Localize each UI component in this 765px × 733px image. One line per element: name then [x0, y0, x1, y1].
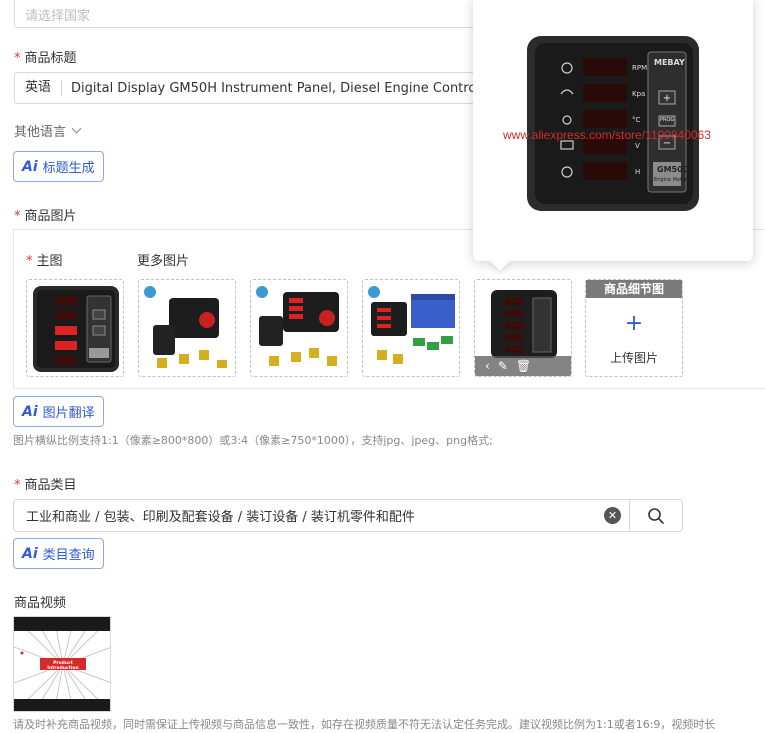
video-thumb[interactable]: Product Introduction	[13, 616, 111, 712]
device-unit-volt: V	[635, 142, 640, 150]
edit-icon[interactable]: ✎	[498, 359, 508, 373]
upload-image-label: 上传图片	[609, 351, 658, 365]
category-value: 工业和商业 / 包装、印刷及配套设备 / 装订设备 / 装订机零件和配件	[26, 510, 415, 525]
delete-icon[interactable]: 🗑	[516, 359, 531, 373]
category-label: * 商品类目	[14, 478, 77, 493]
image-preview-popover: + − MEBAY RPM Kpa °C V H PROG GM50C Engi…	[473, 0, 753, 271]
title-input[interactable]: 英语 Digital Display GM50H Instrument Pane…	[14, 72, 484, 104]
image-format-hint: 图片横纵比例支持1:1（像素≥800*800）或3:4（像素≥750*1000）…	[13, 434, 493, 447]
plus-icon: +	[624, 311, 644, 336]
ai-icon: Ai	[22, 545, 38, 562]
clear-icon[interactable]: ✕	[604, 507, 621, 524]
video-thumb-title: Product Introduction	[47, 661, 79, 671]
country-placeholder: 请选择国家	[25, 9, 91, 24]
chevron-down-icon	[71, 123, 82, 134]
more-image-thumb[interactable]	[138, 279, 236, 377]
video-hint: 请及时补充商品视频，同时需保证上传视频与商品信息一致性，如存在视频质量不符无法认…	[13, 718, 716, 731]
more-images-label: 更多图片	[137, 254, 190, 269]
more-image-thumb[interactable]	[250, 279, 348, 377]
category-search-button[interactable]	[629, 500, 682, 531]
title-label: * 商品标题	[14, 51, 77, 66]
device-prog-label: PROG	[660, 117, 675, 123]
device-unit-kpa: Kpa	[632, 90, 646, 98]
more-image-thumb[interactable]	[362, 279, 460, 377]
ai-category-query-button[interactable]: Ai 类目查询	[13, 538, 104, 569]
device-model: GM50C	[657, 165, 689, 174]
title-lang: 英语	[15, 80, 63, 96]
other-languages-toggle[interactable]: 其他语言	[14, 121, 82, 140]
video-label: 商品视频	[14, 596, 67, 611]
svg-text:+: +	[663, 93, 671, 104]
required-mark: *	[14, 51, 21, 66]
images-label: * 商品图片	[14, 209, 77, 224]
device-unit-hour: H	[635, 168, 641, 176]
device-unit-rpm: RPM	[632, 64, 648, 72]
title-value: Digital Display GM50H Instrument Panel, …	[71, 80, 484, 96]
move-left-icon[interactable]: ‹	[485, 359, 490, 373]
main-image-label: * 主图	[26, 254, 63, 269]
device-brand: MEBAY	[654, 58, 685, 67]
ai-title-generate-button[interactable]: Ai 标题生成	[13, 151, 104, 182]
upload-detail-image[interactable]: 商品细节图 + 上传图片	[585, 279, 683, 377]
device-unit-celsius: °C	[632, 116, 641, 124]
device-sub-label: Engine Meter	[654, 177, 688, 183]
watermark-text: www.aliexpress.com/store/1100840063	[503, 128, 711, 142]
thumb-actions-bar: ‹ ✎ 🗑	[475, 356, 571, 376]
search-icon	[648, 507, 664, 524]
ai-icon: Ai	[22, 403, 38, 420]
country-select[interactable]: 请选择国家	[14, 0, 484, 28]
ai-image-translate-button[interactable]: Ai 图片翻译	[13, 396, 104, 427]
main-image-thumb[interactable]	[26, 279, 124, 377]
more-image-thumb-hovered[interactable]: ‹ ✎ 🗑	[474, 279, 572, 377]
ai-icon: Ai	[22, 158, 38, 175]
detail-image-header: 商品细节图	[586, 280, 682, 298]
category-input[interactable]: 工业和商业 / 包装、印刷及配套设备 / 装订设备 / 装订机零件和配件 ✕	[13, 499, 683, 532]
